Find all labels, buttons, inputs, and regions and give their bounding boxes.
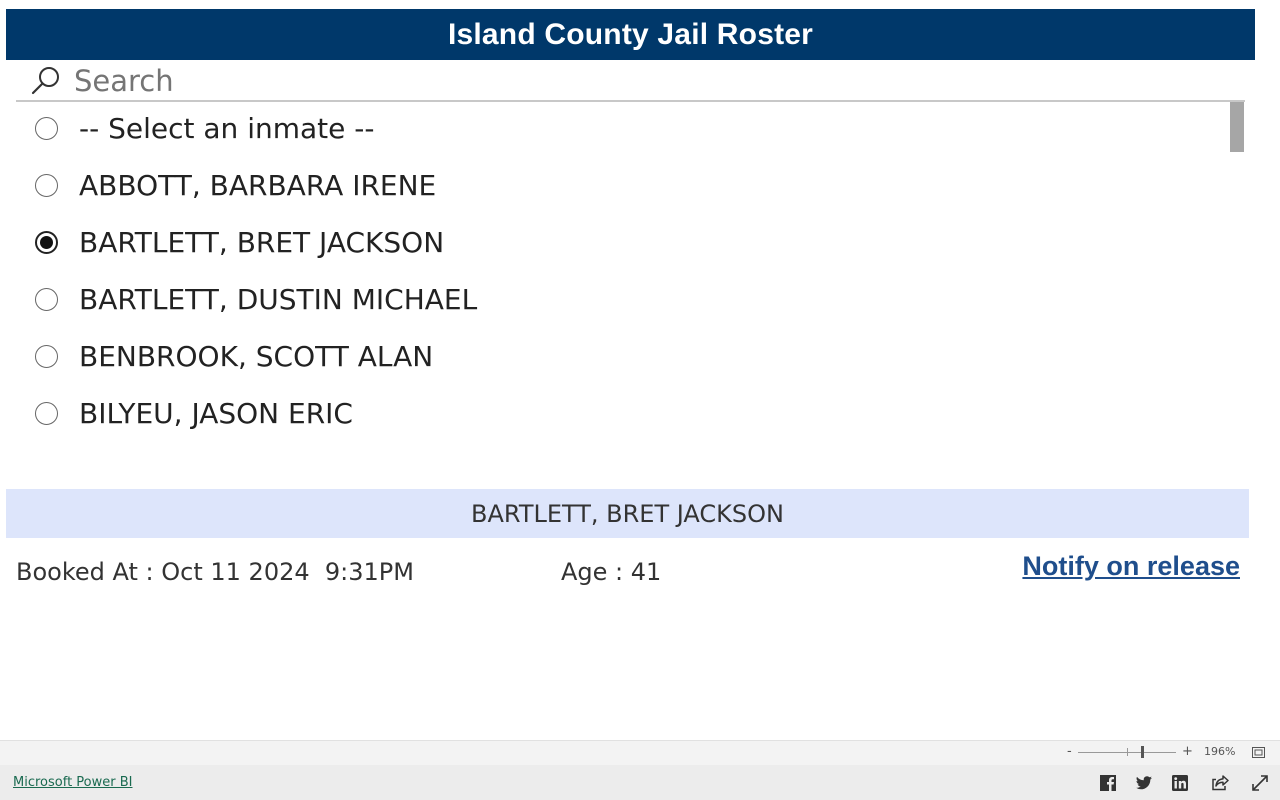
list-item-label: -- Select an inmate -- <box>79 112 375 145</box>
zoom-level: 196% <box>1204 745 1236 758</box>
radio-button[interactable] <box>35 402 58 425</box>
list-item-label: ABBOTT, BARBARA IRENE <box>79 169 437 202</box>
scrollbar-thumb[interactable] <box>1230 102 1244 152</box>
footer: Microsoft Power BI <box>0 765 1280 800</box>
selected-inmate-name: BARTLETT, BRET JACKSON <box>471 499 784 528</box>
list-scrollbar[interactable] <box>1229 102 1245 442</box>
share-icon[interactable] <box>1211 774 1229 792</box>
notify-on-release-link[interactable]: Notify on release <box>1022 551 1240 582</box>
list-item[interactable]: BILYEU, JASON ERIC <box>16 387 1216 444</box>
radio-button[interactable] <box>35 345 58 368</box>
radio-button[interactable] <box>35 288 58 311</box>
facebook-icon[interactable] <box>1099 774 1117 792</box>
zoom-out-button[interactable]: - <box>1067 744 1072 759</box>
radio-button[interactable] <box>35 117 58 140</box>
page-title-text: Island County Jail Roster <box>447 17 814 51</box>
list-item-label: BARTLETT, DUSTIN MICHAEL <box>79 283 478 316</box>
zoom-slider-thumb[interactable] <box>1141 746 1144 758</box>
fullscreen-icon[interactable] <box>1251 774 1269 792</box>
page-title: Island County Jail Roster <box>6 9 1255 60</box>
selected-inmate-banner: BARTLETT, BRET JACKSON <box>6 489 1249 538</box>
age-text: Age : 41 <box>561 558 662 586</box>
list-item[interactable]: -- Select an inmate -- <box>16 102 1216 159</box>
list-item[interactable]: BARTLETT, BRET JACKSON <box>16 216 1216 273</box>
list-item[interactable]: ABBOTT, BARBARA IRENE <box>16 159 1216 216</box>
list-item[interactable]: BARTLETT, DUSTIN MICHAEL <box>16 273 1216 330</box>
zoom-bar: - + 196% <box>0 740 1280 765</box>
radio-button[interactable] <box>35 174 58 197</box>
list-item-label: BENBROOK, SCOTT ALAN <box>79 340 434 373</box>
list-item-label: BARTLETT, BRET JACKSON <box>79 226 445 259</box>
list-item[interactable]: BENBROOK, SCOTT ALAN <box>16 330 1216 387</box>
zoom-slider-tick <box>1127 748 1128 756</box>
booked-at-text: Booked At : Oct 11 2024 9:31PM <box>16 558 414 586</box>
fit-to-page-icon[interactable] <box>1252 747 1265 758</box>
search-icon <box>31 67 59 95</box>
list-item-label: BILYEU, JASON ERIC <box>79 397 353 430</box>
zoom-in-button[interactable]: + <box>1182 744 1193 759</box>
power-bi-link[interactable]: Microsoft Power BI <box>13 775 132 790</box>
search-input[interactable] <box>74 62 1174 100</box>
inmate-list: -- Select an inmate -- ABBOTT, BARBARA I… <box>16 102 1245 442</box>
search-bar <box>16 62 1245 102</box>
linkedin-icon[interactable] <box>1171 774 1189 792</box>
radio-button-selected[interactable] <box>35 231 58 254</box>
twitter-icon[interactable] <box>1135 774 1153 792</box>
